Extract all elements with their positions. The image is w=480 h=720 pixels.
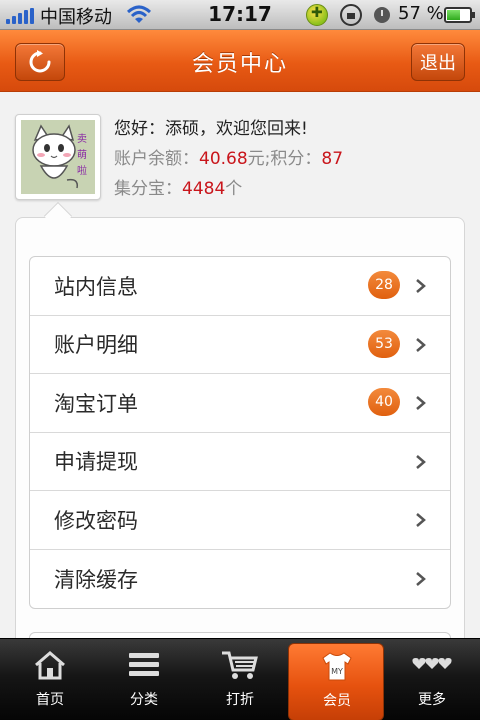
battery-icon bbox=[444, 7, 475, 23]
alarm-icon bbox=[374, 7, 390, 23]
app-notification-icon bbox=[306, 4, 328, 26]
tab-more[interactable]: 更多 bbox=[384, 639, 480, 720]
tab-label: 首页 bbox=[36, 692, 64, 708]
logout-button[interactable]: 退出 bbox=[411, 43, 465, 81]
chevron-right-icon bbox=[416, 454, 426, 469]
jifenbao-label: 集分宝： bbox=[114, 179, 182, 199]
jifenbao-unit: 个 bbox=[225, 179, 243, 199]
tab-label: 会员 bbox=[323, 693, 351, 709]
menu-item-label: 站内信息 bbox=[54, 274, 138, 299]
status-bar: 中国移动 17:17 57 % bbox=[0, 0, 480, 30]
list-icon bbox=[129, 653, 159, 676]
chevron-right-icon bbox=[416, 513, 426, 527]
chevron-right-icon bbox=[416, 279, 426, 293]
menu-item-clear-cache[interactable]: 清除缓存 bbox=[30, 550, 450, 609]
points-value: 87 bbox=[321, 149, 344, 169]
menu-item-change-password[interactable]: 修改密码 bbox=[30, 491, 450, 550]
battery-percent: 57 % bbox=[398, 3, 444, 24]
tab-categories[interactable]: 分类 bbox=[96, 639, 192, 720]
hearts-icon bbox=[412, 658, 452, 669]
menu-item-taobao-orders[interactable]: 淘宝订单 40 bbox=[30, 374, 450, 433]
menu-item-label: 淘宝订单 bbox=[54, 391, 138, 416]
balance-line: 账户余额：40.68元;积分：87 bbox=[114, 144, 343, 169]
count-badge: 53 bbox=[368, 329, 400, 358]
nav-header: 会员中心 退出 bbox=[0, 30, 480, 92]
greeting-text: 您好：添硕，欢迎您回来! bbox=[114, 119, 308, 139]
svg-text:卖: 卖 bbox=[77, 133, 87, 145]
chevron-right-icon bbox=[416, 337, 426, 352]
menu-item-label: 修改密码 bbox=[54, 508, 138, 533]
jifenbao-value: 4484 bbox=[182, 179, 226, 199]
home-icon bbox=[35, 651, 65, 680]
balance-value: 40.68 bbox=[199, 149, 248, 169]
menu-item-label: 清除缓存 bbox=[54, 567, 138, 592]
tab-label: 打折 bbox=[226, 692, 254, 708]
menu-item-account-details[interactable]: 账户明细 53 bbox=[30, 316, 450, 374]
tab-member[interactable]: MY 会员 bbox=[288, 643, 384, 720]
tab-label: 分类 bbox=[130, 692, 158, 708]
avatar: 卖 萌 啦 bbox=[15, 114, 101, 200]
shirt-icon: MY bbox=[322, 652, 352, 681]
points-label: 积分： bbox=[270, 149, 322, 169]
tab-discount[interactable]: 打折 bbox=[192, 639, 288, 720]
tab-home[interactable]: 首页 bbox=[2, 639, 98, 720]
shirt-text: MY bbox=[331, 667, 343, 676]
menu-item-label: 申请提现 bbox=[54, 450, 138, 475]
tab-label: 更多 bbox=[418, 692, 446, 708]
count-badge: 40 bbox=[368, 388, 400, 416]
menu-item-label: 账户明细 bbox=[54, 333, 138, 358]
battery-level bbox=[447, 10, 460, 20]
balance-label: 账户余额： bbox=[114, 149, 199, 169]
chevron-right-icon bbox=[416, 396, 426, 410]
menu-item-withdraw[interactable]: 申请提现 bbox=[30, 433, 450, 491]
menu-item-messages[interactable]: 站内信息 28 bbox=[30, 257, 450, 316]
jifenbao-line: 集分宝：4484个 bbox=[114, 174, 242, 199]
balance-unit: 元; bbox=[247, 149, 271, 169]
page-title: 会员中心 bbox=[191, 52, 288, 77]
count-badge: 28 bbox=[368, 271, 400, 299]
cart-icon bbox=[222, 651, 258, 679]
svg-text:萌: 萌 bbox=[77, 148, 87, 161]
tab-bar: 首页 分类 打折 MY 会员 更多 bbox=[0, 638, 480, 720]
chevron-right-icon bbox=[416, 571, 426, 586]
cat-avatar-image: 卖 萌 啦 bbox=[21, 120, 95, 194]
member-menu: 站内信息 28 账户明细 53 淘宝订单 40 申请提现 修改密码 清除缓存 bbox=[29, 256, 451, 609]
rotation-lock-icon bbox=[340, 4, 362, 26]
svg-text:啦: 啦 bbox=[77, 164, 87, 177]
